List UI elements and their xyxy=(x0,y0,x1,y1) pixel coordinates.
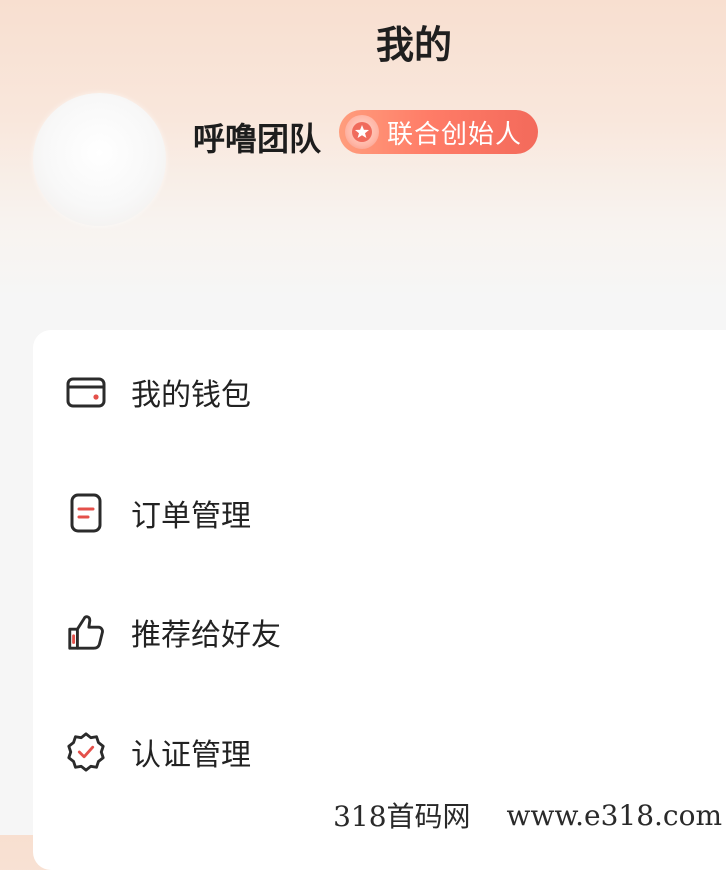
avatar[interactable] xyxy=(33,93,166,226)
menu-card: 我的钱包 订单管理 推荐给好友 认证管理 xyxy=(33,330,726,870)
verified-badge-icon xyxy=(65,731,107,773)
star-medal-icon xyxy=(345,115,379,149)
username: 呼噜团队 xyxy=(193,120,322,158)
wallet-icon xyxy=(65,371,107,413)
menu-item-label: 我的钱包 xyxy=(131,378,251,413)
founder-badge: 联合创始人 xyxy=(339,110,538,154)
menu-item-label: 认证管理 xyxy=(131,738,251,773)
menu-item-recommend[interactable]: 推荐给好友 xyxy=(33,582,726,682)
menu-item-orders[interactable]: 订单管理 xyxy=(33,463,726,563)
watermark-site-name: 318首码网 xyxy=(333,800,471,833)
menu-item-label: 推荐给好友 xyxy=(131,618,281,653)
menu-item-label: 订单管理 xyxy=(131,499,251,534)
badge-label: 联合创始人 xyxy=(387,119,523,150)
menu-item-wallet[interactable]: 我的钱包 xyxy=(33,342,726,442)
watermark-url: www.e318.com xyxy=(506,798,722,832)
watermark: 318首码网 www.e318.com xyxy=(326,795,726,835)
page-title: 我的 xyxy=(376,23,453,67)
header: 我的 xyxy=(0,14,726,74)
order-document-icon xyxy=(65,492,107,534)
menu-item-verification[interactable]: 认证管理 xyxy=(33,702,726,802)
thumbs-up-icon xyxy=(65,611,107,653)
